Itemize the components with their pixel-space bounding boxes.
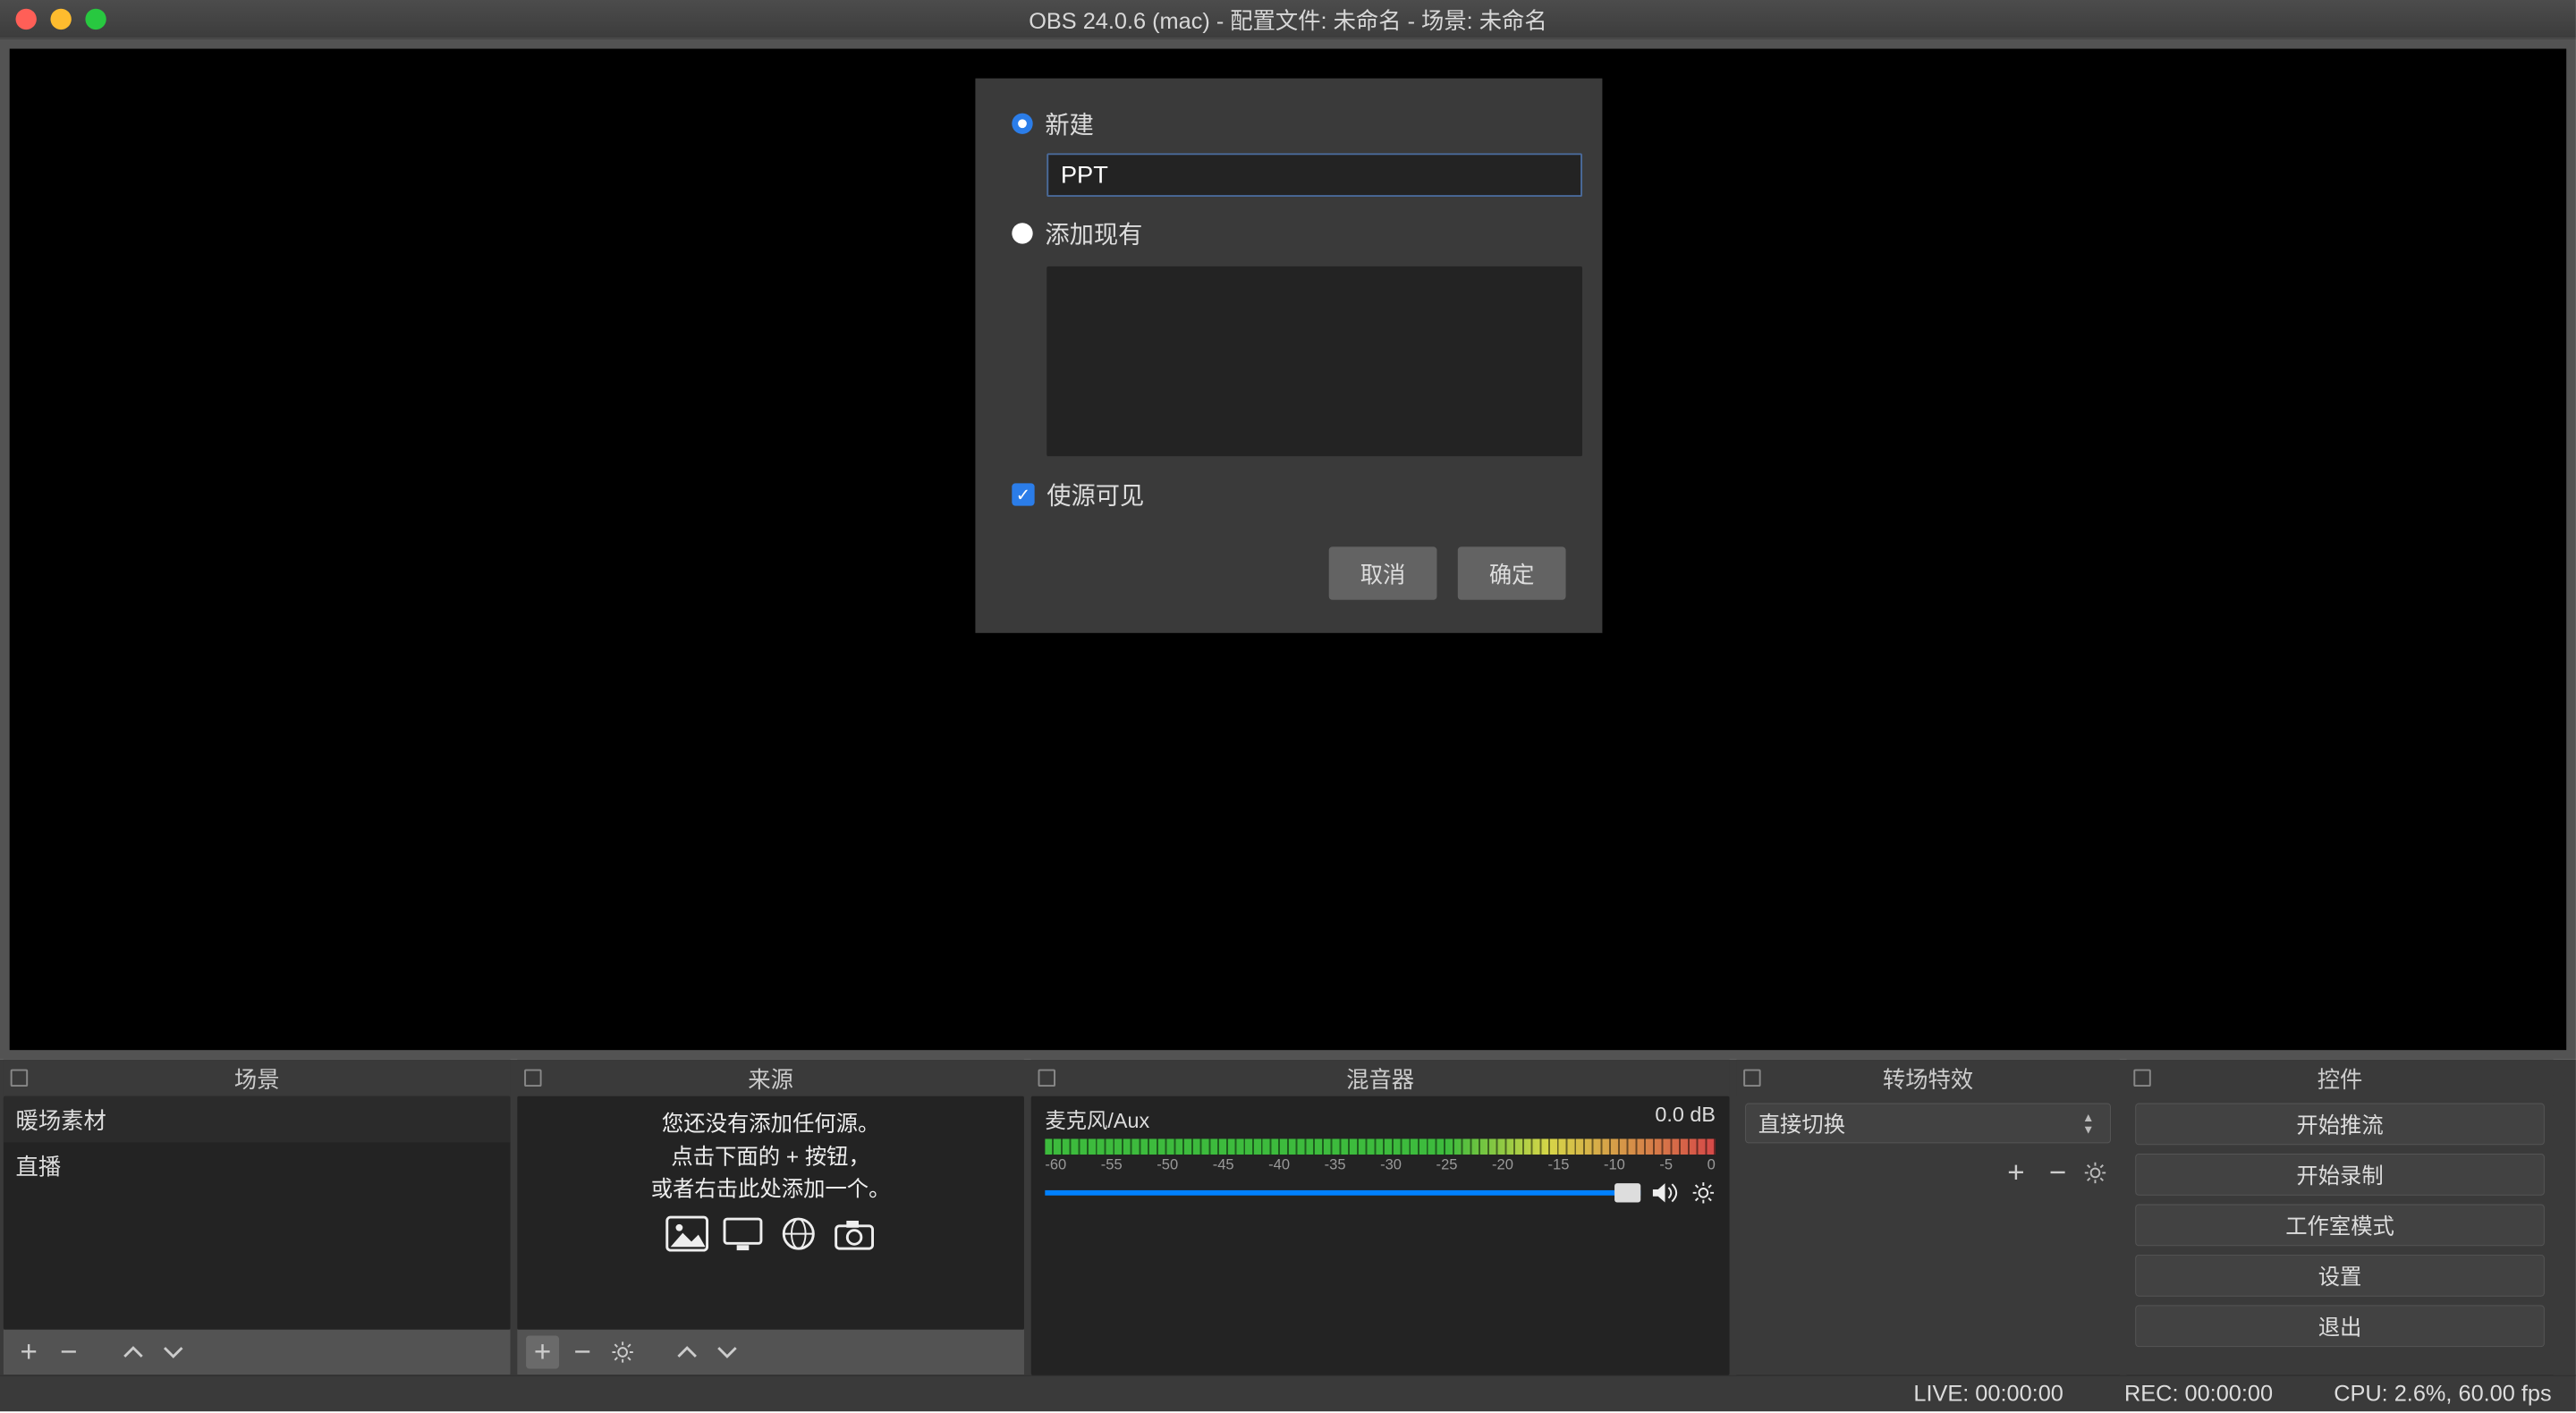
radio-create-new[interactable] [1012,114,1032,134]
display-source-icon [721,1215,765,1252]
mixer-dock: 混音器 麦克风/Aux 0.0 dB -60-55-50-45-40-35-30… [1031,1060,1730,1375]
start-streaming-button[interactable]: 开始推流 [2135,1104,2545,1146]
move-scene-down-button[interactable] [157,1336,190,1369]
mixer-channel-name: 麦克风/Aux [1045,1104,1149,1134]
checkbox-make-visible-label: 使源可见 [1046,478,1144,512]
sources-empty-text: 或者右击此处添加一个。 [535,1173,1007,1206]
checkbox-make-visible[interactable]: ✓ [1012,483,1034,505]
meter-ticks: -60-55-50-45-40-35-30-25-20-15-10-50 [1045,1156,1716,1173]
status-live: LIVE: 00:00:00 [1913,1380,2063,1407]
radio-add-existing[interactable] [1012,223,1032,243]
transitions-dock: 转场特效 直接切换 ▲▼ + − [1736,1060,2119,1375]
mixer-channel: 麦克风/Aux 0.0 dB -60-55-50-45-40-35-30-25-… [1031,1096,1730,1212]
start-recording-button[interactable]: 开始录制 [2135,1154,2545,1196]
preview-area: 新建 添加现有 ✓ 使源可见 取消 确定 [0,39,2576,1060]
radio-create-new-label: 新建 [1045,106,1094,141]
ok-button[interactable]: 确定 [1458,546,1566,599]
image-source-icon [665,1215,709,1252]
scenes-dock: 场景 暖场素材 直播 + − [4,1060,511,1375]
controls-dock: 控件 开始推流 开始录制 工作室模式 设置 退出 [2127,1060,2554,1375]
studio-mode-button[interactable]: 工作室模式 [2135,1204,2545,1246]
scene-item[interactable]: 直播 [4,1142,511,1189]
chevron-up-down-icon: ▲▼ [2079,1107,2097,1138]
radio-add-existing-label: 添加现有 [1045,216,1142,250]
add-scene-button[interactable]: + [13,1336,46,1369]
sources-title: 来源 [517,1062,1024,1094]
scenes-title: 场景 [4,1062,511,1094]
gear-icon[interactable] [1691,1180,1716,1205]
cancel-button[interactable]: 取消 [1329,546,1437,599]
sources-empty-text: 点击下面的 + 按钮， [535,1141,1007,1174]
source-properties-button[interactable] [606,1336,640,1369]
volume-slider[interactable] [1045,1190,1640,1196]
transitions-title: 转场特效 [1736,1062,2119,1094]
globe-source-icon [776,1215,820,1252]
controls-title: 控件 [2127,1062,2554,1094]
remove-scene-button[interactable]: − [52,1336,85,1369]
gear-icon[interactable] [2083,1161,2107,1185]
settings-button[interactable]: 设置 [2135,1255,2545,1297]
move-source-up-button[interactable] [671,1336,704,1369]
transition-select[interactable]: 直接切换 ▲▼ [1745,1104,2111,1144]
sources-list[interactable]: 您还没有添加任何源。 点击下面的 + 按钮， 或者右击此处添加一个。 [517,1096,1024,1330]
status-cpu: CPU: 2.6%, 60.00 fps [2334,1380,2551,1407]
move-scene-up-button[interactable] [116,1336,149,1369]
remove-transition-button[interactable]: − [2041,1156,2074,1189]
add-source-button[interactable]: + [526,1336,559,1369]
status-bar: LIVE: 00:00:00 REC: 00:00:00 CPU: 2.6%, … [0,1375,2576,1411]
mixer-title: 混音器 [1031,1062,1730,1094]
source-name-input[interactable] [1046,153,1582,197]
add-transition-button[interactable]: + [1999,1156,2032,1189]
speaker-icon[interactable] [1651,1180,1681,1205]
camera-source-icon [833,1215,877,1252]
status-rec: REC: 00:00:00 [2124,1380,2273,1407]
move-source-down-button[interactable] [710,1336,743,1369]
mixer-channel-level: 0.0 dB [1655,1104,1716,1134]
remove-source-button[interactable]: − [566,1336,599,1369]
create-source-dialog: 新建 添加现有 ✓ 使源可见 取消 确定 [975,79,1602,633]
exit-button[interactable]: 退出 [2135,1305,2545,1347]
existing-sources-list[interactable] [1046,267,1582,456]
sources-empty-text: 您还没有添加任何源。 [535,1108,1007,1141]
window-title: OBS 24.0.6 (mac) - 配置文件: 未命名 - 场景: 未命名 [0,3,2576,35]
audio-meter [1045,1138,1716,1155]
scene-item[interactable]: 暖场素材 [4,1096,511,1143]
scenes-list[interactable]: 暖场素材 直播 [4,1096,511,1330]
sources-dock: 来源 您还没有添加任何源。 点击下面的 + 按钮， 或者右击此处添加一个。 + [517,1060,1024,1375]
titlebar: OBS 24.0.6 (mac) - 配置文件: 未命名 - 场景: 未命名 [0,0,2576,39]
